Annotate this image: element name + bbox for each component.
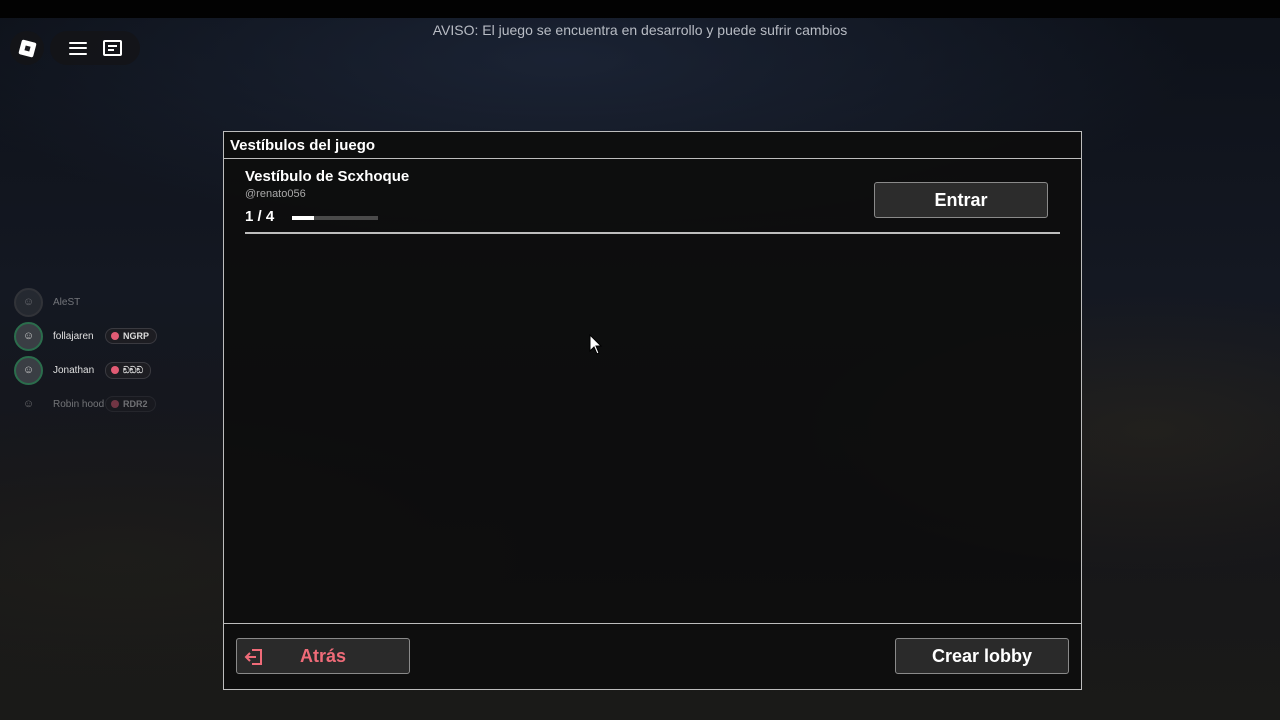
tag-icon (111, 400, 119, 408)
lobby-capacity-fill (292, 216, 314, 220)
player-entry[interactable]: ☺ Robin hood RDR2 (14, 387, 184, 421)
lobby-panel: Vestíbulos del juego Vestíbulo de Scxhoq… (223, 131, 1082, 690)
avatar: ☺ (14, 321, 43, 351)
exit-icon (244, 649, 262, 665)
roblox-menu-button[interactable] (10, 31, 44, 65)
top-bar (0, 0, 1280, 18)
lobby-name: Vestíbulo de Scxhoque (245, 168, 410, 185)
lobby-owner: @renato056 (245, 188, 306, 200)
player-name: AleST (53, 296, 81, 308)
lobby-row: Vestíbulo de Scxhoque @renato056 1 / 4 E… (245, 168, 1060, 234)
player-entry[interactable]: ☺ follajaren NGRP (14, 319, 184, 353)
avatar: ☺ (14, 287, 43, 317)
create-lobby-button[interactable]: Crear lobby (895, 638, 1069, 674)
avatar: ☺ (22, 398, 35, 410)
mouse-cursor-icon (589, 334, 603, 355)
chat-icon[interactable] (102, 40, 122, 56)
player-tag: ඞඞඞ (105, 361, 152, 379)
player-name: Robin hood (53, 398, 105, 410)
menu-chat-group (50, 31, 140, 65)
tag-icon (111, 366, 119, 374)
roblox-logo-icon (17, 38, 37, 58)
lobby-player-count: 1 / 4 (245, 208, 275, 225)
panel-footer: Atrás Crear lobby (224, 623, 1081, 689)
back-label: Atrás (299, 645, 347, 666)
player-tag: RDR2 (105, 396, 156, 412)
player-name: follajaren (53, 330, 94, 342)
avatar: ☺ (14, 355, 43, 385)
player-tag: NGRP (105, 328, 158, 344)
back-button[interactable]: Atrás (236, 638, 410, 674)
player-list: ☺ AleST ☺ follajaren NGRP ☺ Jonathan ඞඞඞ… (14, 285, 184, 421)
menu-icon[interactable] (68, 41, 87, 55)
player-name: Jonathan (53, 364, 95, 376)
lobby-capacity-bar (292, 216, 378, 220)
panel-title: Vestíbulos del juego (224, 132, 1081, 159)
tag-icon (111, 332, 119, 340)
player-entry[interactable]: ☺ AleST (14, 285, 184, 319)
roblox-top-left-controls (10, 31, 140, 65)
development-notice: AVISO: El juego se encuentra en desarrol… (432, 22, 848, 38)
enter-lobby-button[interactable]: Entrar (874, 182, 1048, 218)
player-entry[interactable]: ☺ Jonathan ඞඞඞ (14, 353, 184, 387)
